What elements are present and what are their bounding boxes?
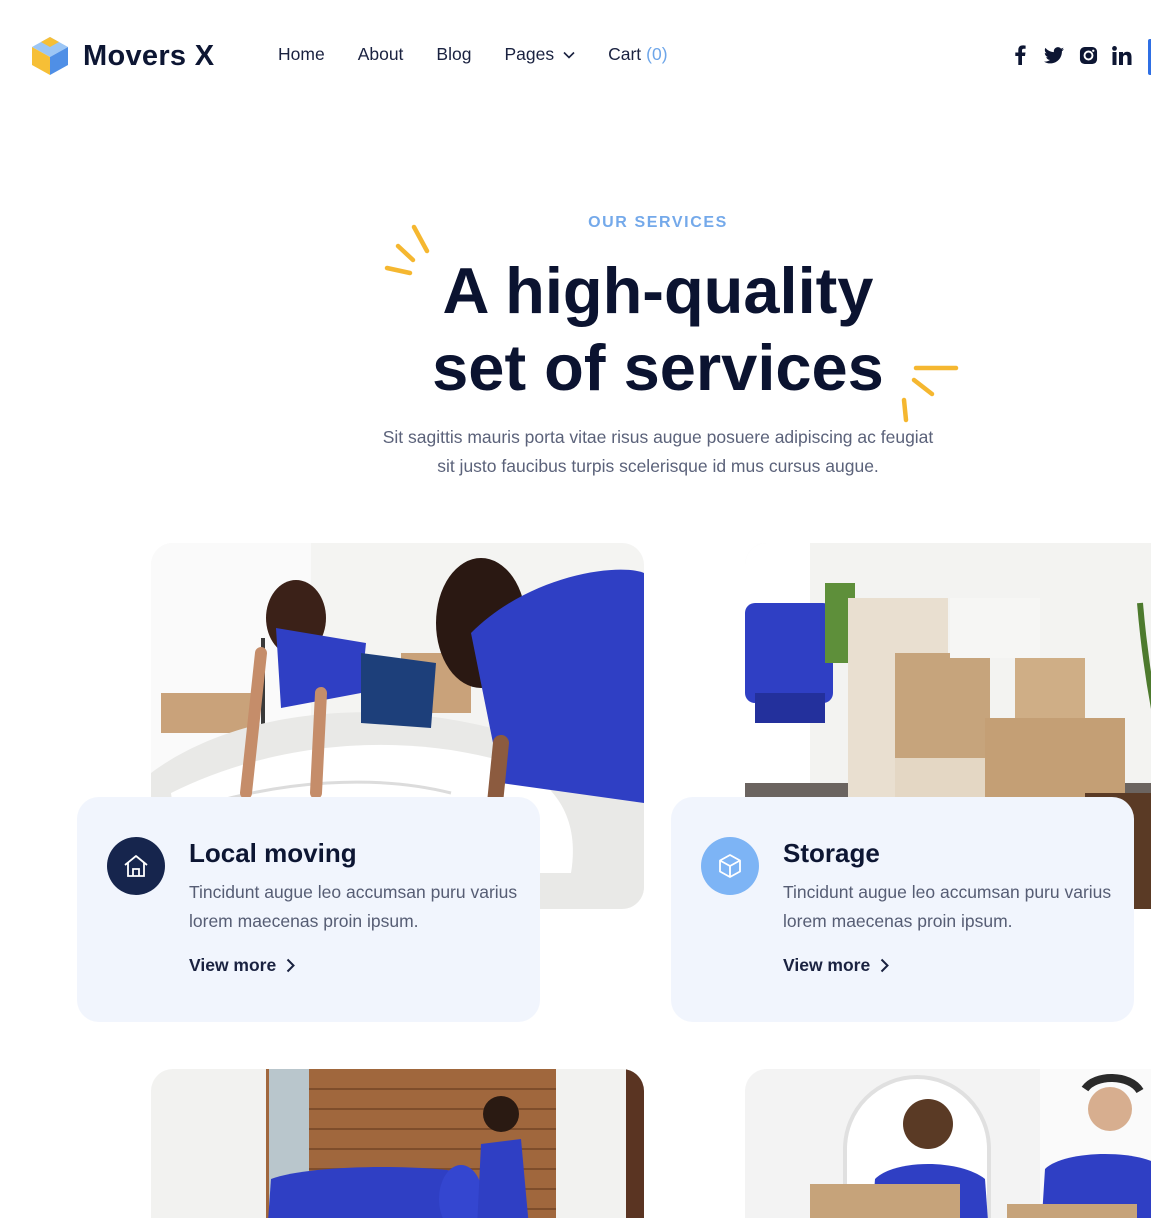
subtitle-line-1: Sit sagittis mauris porta vitae risus au…: [382, 427, 934, 447]
movers-team-photo: [745, 1069, 1151, 1218]
view-more-link[interactable]: View more: [189, 955, 296, 976]
nav-cart[interactable]: Cart (0): [608, 44, 667, 65]
headline-line-2: set of services: [432, 331, 884, 404]
service-title: Storage: [783, 838, 880, 868]
view-more-label: View more: [783, 955, 871, 975]
main-nav: Home About Blog Pages Cart (0): [278, 44, 701, 65]
chevron-right-icon: [881, 958, 890, 973]
chevron-down-icon: [563, 51, 575, 59]
cart-count: (0): [646, 44, 668, 64]
social-links: [1010, 45, 1132, 65]
headline-line-1: A high-quality: [442, 254, 874, 327]
local-moving-icon-badge: [107, 837, 165, 895]
nav-home[interactable]: Home: [278, 44, 325, 65]
furniture-moving-photo: [151, 1069, 644, 1218]
service-card-local-moving: Local moving Tincidunt augue leo accumsa…: [77, 797, 540, 1022]
nav-blog[interactable]: Blog: [436, 44, 471, 65]
view-more-link[interactable]: View more: [783, 955, 890, 976]
subtitle-line-2: sit justo faucibus turpis scelerisque id…: [437, 456, 879, 476]
sparkle-left-icon: [384, 224, 430, 276]
section-subtitle: Sit sagittis mauris porta vitae risus au…: [0, 423, 1151, 481]
twitter-icon[interactable]: [1044, 45, 1064, 65]
section-eyebrow: OUR SERVICES: [588, 214, 728, 231]
site-header: Movers X Home About Blog Pages Cart (0): [0, 0, 1151, 110]
section-headline: A high-quality set of services: [0, 252, 1151, 406]
facebook-icon[interactable]: [1010, 45, 1030, 65]
chevron-right-icon: [287, 958, 296, 973]
service-description: Tincidunt augue leo accumsan puru varius…: [783, 882, 1112, 931]
nav-pages[interactable]: Pages: [504, 44, 575, 65]
cube-logo-icon: [32, 37, 68, 75]
nav-pages-label: Pages: [504, 44, 555, 64]
view-more-label: View more: [189, 955, 277, 975]
brand-logo[interactable]: Movers X: [28, 35, 214, 77]
service-title: Local moving: [189, 838, 357, 868]
service-card-storage: Storage Tincidunt augue leo accumsan pur…: [671, 797, 1134, 1022]
nav-about[interactable]: About: [358, 44, 404, 65]
brand-name: Movers X: [83, 39, 215, 72]
service-description: Tincidunt augue leo accumsan puru varius…: [189, 882, 518, 931]
box-icon: [719, 854, 741, 878]
linkedin-icon[interactable]: [1112, 45, 1132, 65]
storage-icon-badge: [701, 837, 759, 895]
nav-cart-label: Cart: [608, 44, 642, 64]
instagram-icon[interactable]: [1078, 45, 1098, 65]
home-icon: [124, 855, 148, 877]
sparkle-right-icon: [901, 365, 959, 423]
